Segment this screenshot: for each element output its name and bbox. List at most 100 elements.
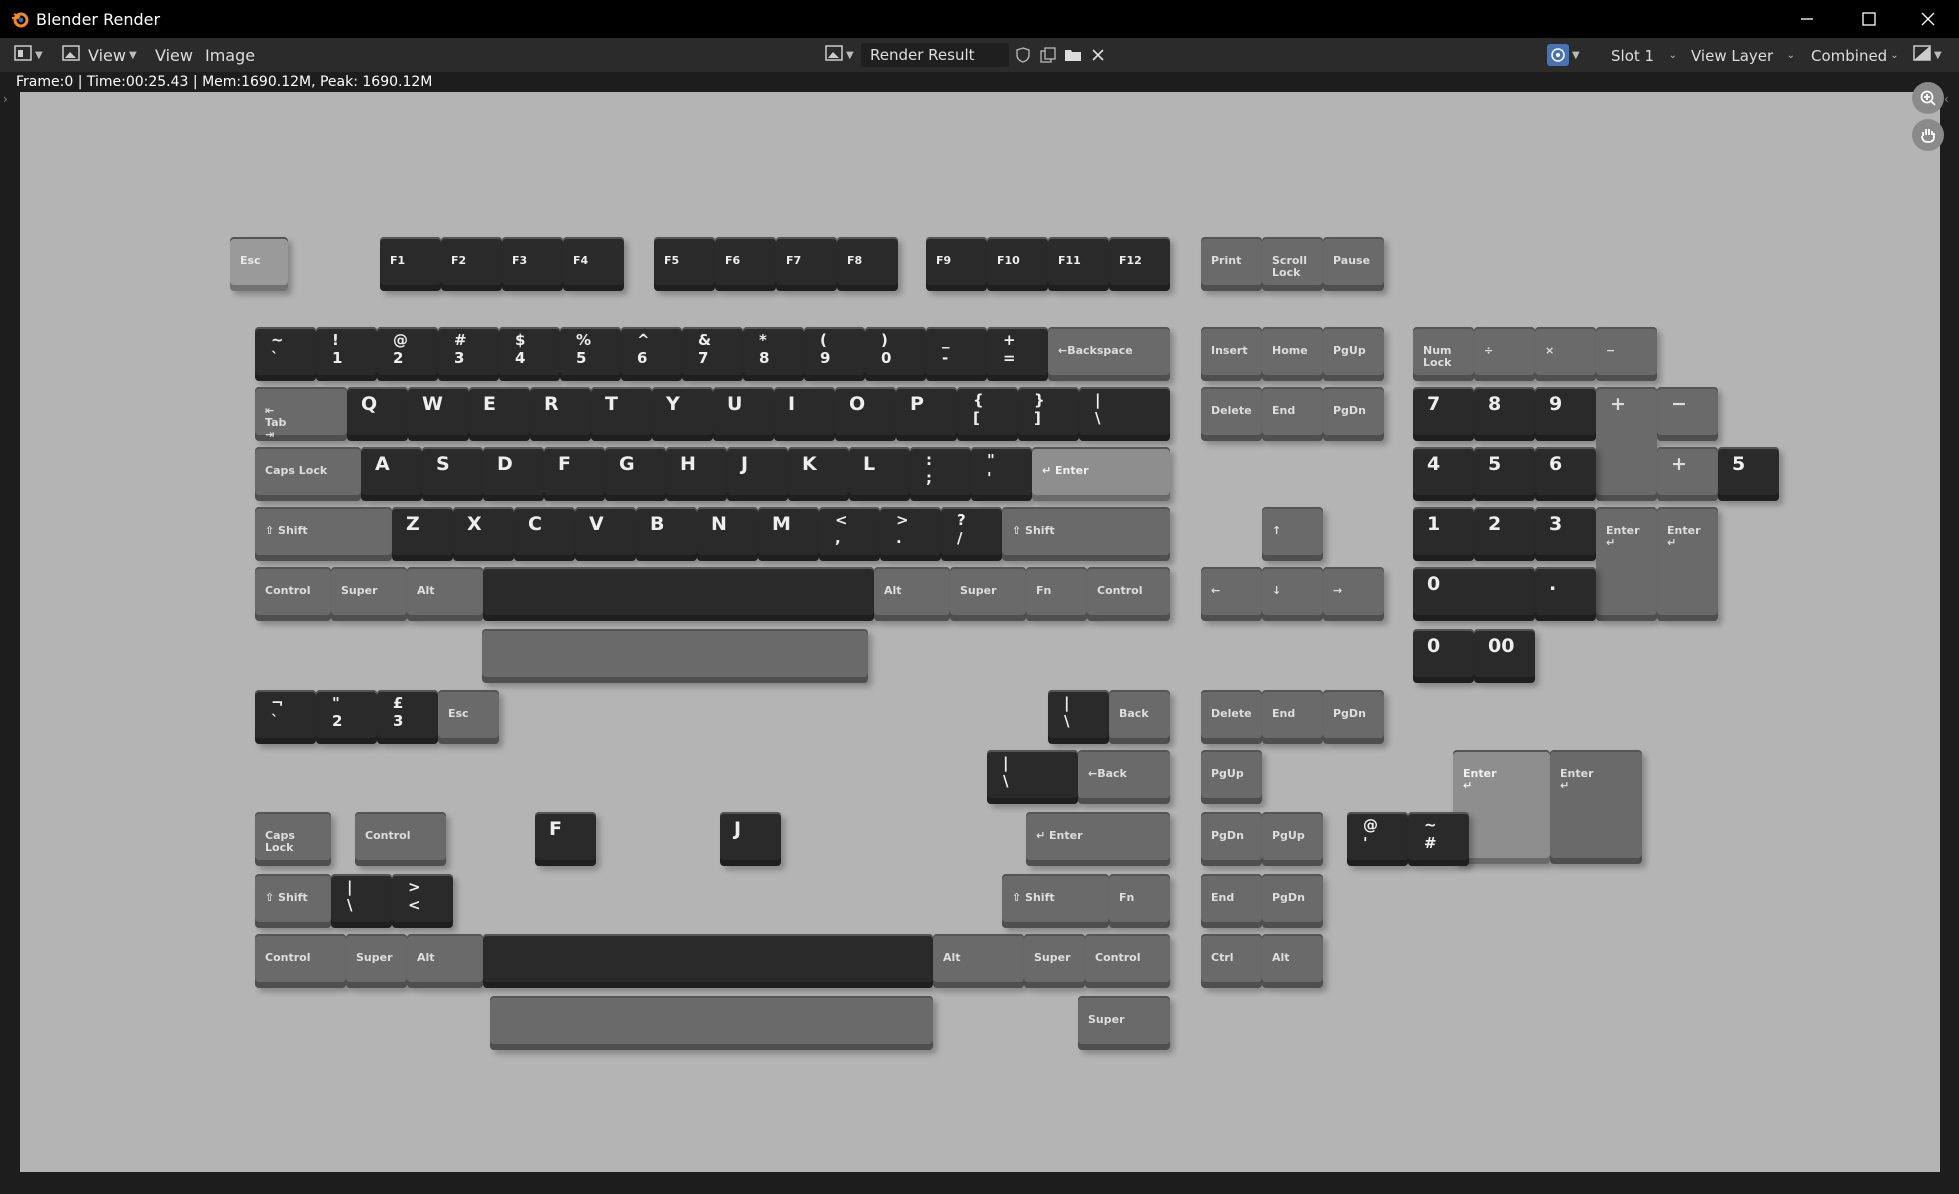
keycap-legend: Scroll Lock: [1272, 254, 1307, 279]
expand-left-icon[interactable]: ›: [3, 92, 8, 106]
keycap-k7: 7: [1413, 387, 1474, 441]
keycap-legend-top: >: [896, 511, 909, 529]
keycap-legend-bottom: 6: [637, 349, 648, 367]
keycap-legend-top: ^: [637, 331, 650, 349]
keycap-kdot: .: [1535, 567, 1596, 621]
keycap-super4: Super: [1024, 934, 1085, 988]
keycap-legend: V: [589, 513, 604, 535]
keycap-legend-top: @: [1363, 816, 1378, 834]
keycap-legend: Super: [960, 584, 997, 597]
slot-dropdown[interactable]: Slot 1 ⌄: [1605, 44, 1683, 67]
keycap-legend: Caps Lock: [265, 464, 328, 477]
keycap-legend: −: [1606, 344, 1616, 357]
keycap-legend-top: |: [1095, 391, 1101, 409]
keycap-pgup3: PgUp: [1262, 812, 1323, 866]
keycap-space2: [482, 629, 868, 683]
maximize-icon[interactable]: [1840, 0, 1898, 38]
keycap-legend: PgUp: [1211, 767, 1244, 780]
zoom-icon[interactable]: [1912, 82, 1944, 114]
keycap-legend: End: [1272, 404, 1296, 417]
keycap-space3: [483, 934, 933, 988]
display-options-button[interactable]: ▼: [1547, 43, 1580, 67]
keycap-legend: Enter ↵: [1463, 767, 1497, 792]
keycap-ralt: Alt: [874, 567, 950, 621]
window-title: Blender Render: [36, 9, 161, 29]
keycap-legend-top: _: [942, 331, 950, 349]
keycap-legend-bottom: [: [973, 409, 980, 427]
folder-icon[interactable]: [1062, 44, 1084, 66]
keycap-legend-bottom: ]: [1034, 409, 1041, 427]
pass-dropdown[interactable]: Combined ⌄: [1805, 44, 1903, 67]
keycap-legend: M: [772, 513, 791, 535]
keycap-z: Z: [392, 507, 453, 561]
keycap-legend: PgDn: [1333, 404, 1366, 417]
keycap-numlock: Num Lock: [1413, 327, 1474, 381]
slot-label: Slot 1: [1611, 46, 1655, 65]
keycap-f12: F12: [1109, 237, 1170, 291]
keycap-legend: Delete: [1211, 404, 1252, 417]
keycap-backspace: ←Backspace: [1048, 327, 1170, 381]
keycap-legend: −: [1671, 393, 1687, 415]
keycap-legend-bottom: 3: [454, 349, 465, 367]
keycap-legend-top: &: [698, 331, 712, 349]
expand-right-icon[interactable]: ‹: [1944, 92, 1949, 106]
keycap-legend: ↵ Enter: [1042, 464, 1089, 477]
keycap-legend: B: [650, 513, 665, 535]
keycap-legend-bottom: 4: [515, 349, 526, 367]
keycap-legend: Caps Lock: [265, 829, 295, 854]
keycap-n3: #3: [438, 327, 499, 381]
chevron-down-icon: ▼: [846, 49, 854, 61]
keycap-legend: Alt: [417, 951, 435, 964]
keycap-pgdn4: PgDn: [1262, 874, 1323, 928]
keycap-legend: E: [483, 393, 496, 415]
keycap-legend: Ctrl: [1211, 951, 1234, 964]
keycap-legend: Esc: [240, 254, 261, 267]
keycap-lshift: ⇧ Shift: [255, 507, 392, 561]
keycap-legend-bottom: 3: [393, 712, 404, 730]
menu-image[interactable]: Image: [205, 43, 255, 67]
keycap-legend-top: :: [926, 451, 932, 469]
chevron-down-icon: ▼: [1572, 49, 1580, 61]
keycap-legend: Alt: [884, 584, 902, 597]
keycap-n5: % 5: [560, 327, 621, 381]
keycap-f8: F8: [837, 237, 898, 291]
keycap-legend: Control: [265, 951, 311, 964]
keycap-n7: & 7: [682, 327, 743, 381]
keycap-quote: " ': [971, 447, 1032, 501]
menu-view[interactable]: View: [155, 43, 193, 67]
keycap-legend-top: |: [347, 878, 353, 896]
keycap-legend-bottom: 2: [393, 349, 404, 367]
keycap-legend: W: [422, 393, 443, 415]
keycap-legend: Z: [406, 513, 420, 535]
view-layer-dropdown[interactable]: View Layer ⌄: [1685, 44, 1801, 67]
keycap-pgdn2: PgDn: [1323, 690, 1384, 744]
keycap-legend: F8: [847, 254, 863, 267]
keycap-alt-s: Alt: [1262, 934, 1323, 988]
keycap-up: ↑: [1262, 507, 1323, 561]
render-viewport[interactable]: Esc F1 F2 F3 F4 F5 F6 F7 F8 F9 F10 F11 F12 Print Scrol…: [20, 92, 1940, 1172]
keycap-pgup2: PgUp: [1201, 750, 1262, 804]
keycap-legend: End: [1272, 707, 1296, 720]
image-name-field[interactable]: Render Result: [861, 43, 1009, 67]
browse-image-button[interactable]: ▼: [825, 43, 854, 67]
minimize-icon[interactable]: [1778, 0, 1836, 38]
keycap-super3: Super: [346, 934, 407, 988]
keycap-legend: PgUp: [1272, 829, 1305, 842]
keycap-pipe3: | \: [331, 874, 392, 928]
x-icon[interactable]: [1087, 44, 1109, 66]
keycap-t: T: [591, 387, 652, 441]
keycap-legend: F: [558, 453, 571, 475]
keycap-k2: 2: [1474, 507, 1535, 561]
keycap-legend: Alt: [943, 951, 961, 964]
view-mode-menu[interactable]: View ▼: [62, 43, 137, 67]
duplicate-icon[interactable]: [1037, 44, 1059, 66]
keycap-lbr: {[: [957, 387, 1018, 441]
keycap-legend: ↵ Enter: [1036, 829, 1083, 842]
keycap-legend-top: ~: [271, 331, 284, 349]
editor-type-button[interactable]: ▼: [14, 43, 43, 67]
shield-icon[interactable]: [1012, 44, 1034, 66]
hand-icon[interactable]: [1912, 119, 1944, 151]
close-icon[interactable]: [1899, 0, 1957, 38]
keycap-legend: End: [1211, 891, 1235, 904]
display-channels-button[interactable]: ▼: [1913, 43, 1942, 67]
